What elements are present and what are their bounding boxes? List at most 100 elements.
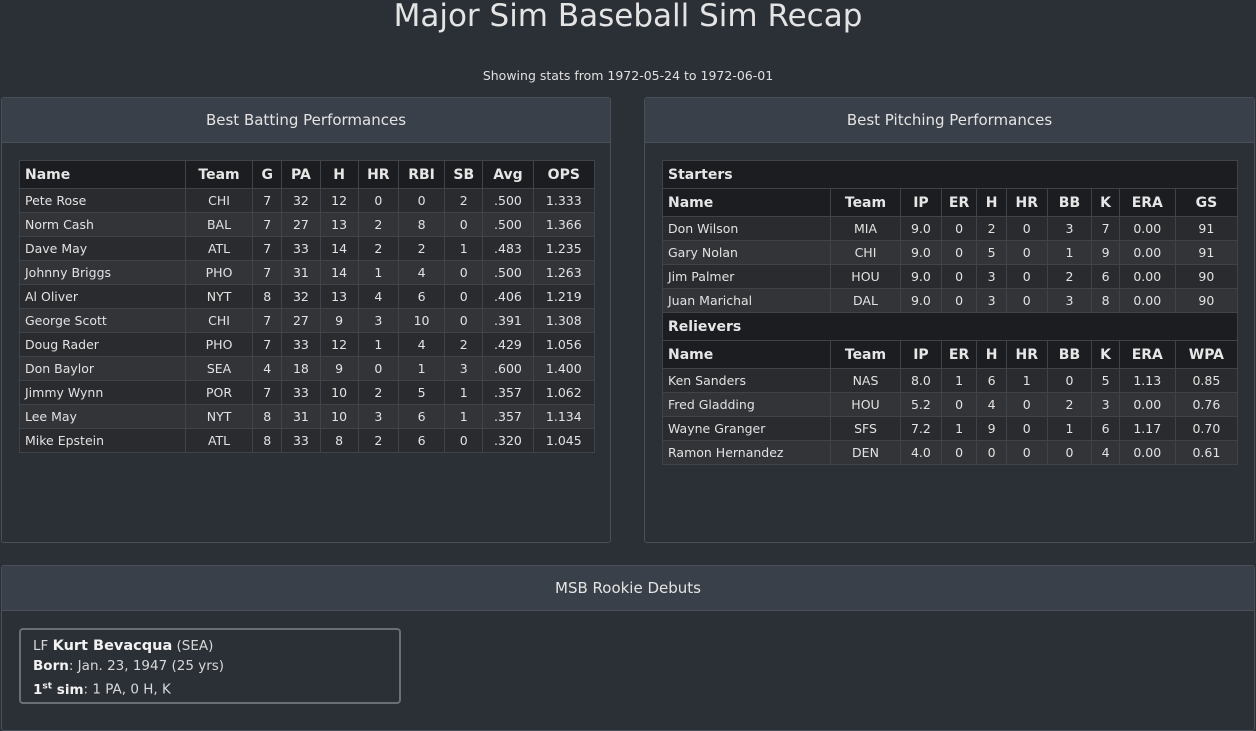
batting-cell: 8 [319,428,359,453]
batting-cell: Lee May [19,404,186,429]
starters-cell: 3 [976,264,1007,289]
starters-cell: 0 [940,264,978,289]
relievers-section-row: Relievers [662,312,1238,341]
batting-cell: .357 [482,380,534,405]
batting-cell: 2 [444,188,484,213]
relievers-col-name: Name [662,340,831,369]
relievers-cell: 0.70 [1174,416,1239,441]
batting-cell: 1.134 [532,404,596,429]
starters-section-row: Starters [662,160,1238,189]
batting-cell: 4 [397,260,446,285]
batting-row: Jimmy Wynn POR 7 33 10 2 5 1.357 1.062 [19,380,596,405]
batting-cell: 6 [397,404,446,429]
starters-cell: Jim Palmer [662,264,831,289]
debut-first-sim-label: 1st sim [33,681,84,698]
batting-cell: 1 [444,236,484,261]
relievers-cell: 1.13 [1118,368,1176,393]
batting-cell: 33 [281,380,321,405]
relievers-cell: SFS [829,416,902,441]
relievers-cell: 9 [976,416,1007,441]
batting-cell: 1.400 [532,356,596,381]
starters-cell: 9.0 [900,240,942,265]
starters-row: Gary Nolan CHI 9.0 0 5 0 1 9 0.00 91 [662,240,1239,265]
starters-cell: 91 [1174,240,1239,265]
batting-col-avg: Avg [482,160,534,189]
relievers-cell: 8.0 [900,368,942,393]
starters-cell: 0.00 [1118,240,1176,265]
batting-cell: 1.235 [532,236,596,261]
starters-cell: 0 [1005,264,1048,289]
batting-cell: 12 [319,332,359,357]
batting-cell: 2 [397,236,446,261]
batting-cell: 3 [444,356,484,381]
batting-cell: 8 [252,428,283,453]
relievers-header-row: Name Team IP ER H HR BB K ERA WPA [662,340,1239,369]
batting-row: Al Oliver NYT 8 32 13 4 6 0.406 1.219 [19,284,596,309]
batting-row: Johnny Briggs PHO 7 31 14 1 4 0.500 1.263 [19,260,596,285]
debut-first-sim-value: : 1 PA, 0 H, K [83,681,171,698]
batting-cell: 2 [357,236,399,261]
relievers-cell: 0 [976,440,1007,465]
batting-cell: 7 [252,236,283,261]
batting-cell: 9 [319,308,359,333]
batting-cell: 8 [252,284,283,309]
batting-cell: 7 [252,380,283,405]
relievers-col-ip: IP [900,340,942,369]
relievers-cell: 0 [940,440,978,465]
relievers-col-er: ER [940,340,978,369]
pitching-panel-heading: Best Pitching Performances [645,98,1254,143]
batting-cell: 1 [444,380,484,405]
batting-cell: POR [184,380,254,405]
batting-cell: .391 [482,308,534,333]
relievers-cell: 7.2 [900,416,942,441]
starters-cell: 0 [1005,288,1048,313]
starters-cell: 5 [976,240,1007,265]
starters-cell: 91 [1174,216,1239,241]
debut-first-sim-label-sup: st [42,681,53,691]
batting-col-sb: SB [444,160,484,189]
batting-cell: .600 [482,356,534,381]
batting-cell: 27 [281,308,321,333]
batting-col-hr: HR [357,160,399,189]
relievers-cell: Ramon Hernandez [662,440,831,465]
starters-cell: 3 [1046,216,1093,241]
starters-col-name: Name [662,188,831,217]
relievers-cell: 2 [1046,392,1093,417]
relievers-row: Ramon Hernandez DEN 4.0 0 0 0 0 4 0.00 0.61 [662,440,1239,465]
batting-cell: 3 [357,308,399,333]
batting-row: Doug Rader PHO 7 33 12 1 4 2.429 1.056 [19,332,596,357]
batting-cell: 7 [252,188,283,213]
starters-cell: 0 [1005,240,1048,265]
starters-cell: HOU [829,264,902,289]
batting-cell: 1 [357,332,399,357]
batting-panel: Best Batting Performances Name Team G PA H HR… [1,97,611,543]
batting-row: Norm Cash BAL 7 27 13 2 8 0.500 1.366 [19,212,596,237]
relievers-cell: 1 [1005,368,1048,393]
batting-table: Name Team G PA H HR RBI SB Avg OPS Pete Rose CHI 7 3… [19,160,596,453]
batting-row: Don Baylor SEA 4 18 9 0 1 3.600 1.400 [19,356,596,381]
batting-cell: ATL [184,236,254,261]
batting-cell: 4 [397,332,446,357]
pitching-table: Starters Name Team IP ER H HR BB K ERA GS Don Wilso… [662,160,1239,465]
rookie-debut-card: LF Kurt Bevacqua (SEA) Born: Jan. 23, 19… [19,628,401,704]
starters-cell: 1 [1046,240,1093,265]
batting-cell: 33 [281,332,321,357]
batting-cell: Don Baylor [19,356,186,381]
debut-player-name: Kurt Bevacqua [52,638,173,654]
date-range-subtitle: Showing stats from 1972-05-24 to 1972-06… [482,68,774,83]
batting-cell: 3 [357,404,399,429]
batting-cell: 0 [444,428,484,453]
starters-cell: 0.00 [1118,288,1176,313]
relievers-cell: 0 [1005,416,1048,441]
batting-cell: 13 [319,212,359,237]
relievers-cell: 0.76 [1174,392,1239,417]
pitching-panel: Best Pitching Performances Starters Name T… [644,97,1255,543]
batting-cell: Pete Rose [19,188,186,213]
batting-cell: George Scott [19,308,186,333]
batting-cell: 33 [281,428,321,453]
batting-col-g: G [252,160,283,189]
batting-cell: .500 [482,212,534,237]
debut-born-value: : Jan. 23, 1947 (25 yrs) [68,658,225,674]
batting-col-rbi: RBI [397,160,446,189]
batting-cell: 0 [357,188,399,213]
